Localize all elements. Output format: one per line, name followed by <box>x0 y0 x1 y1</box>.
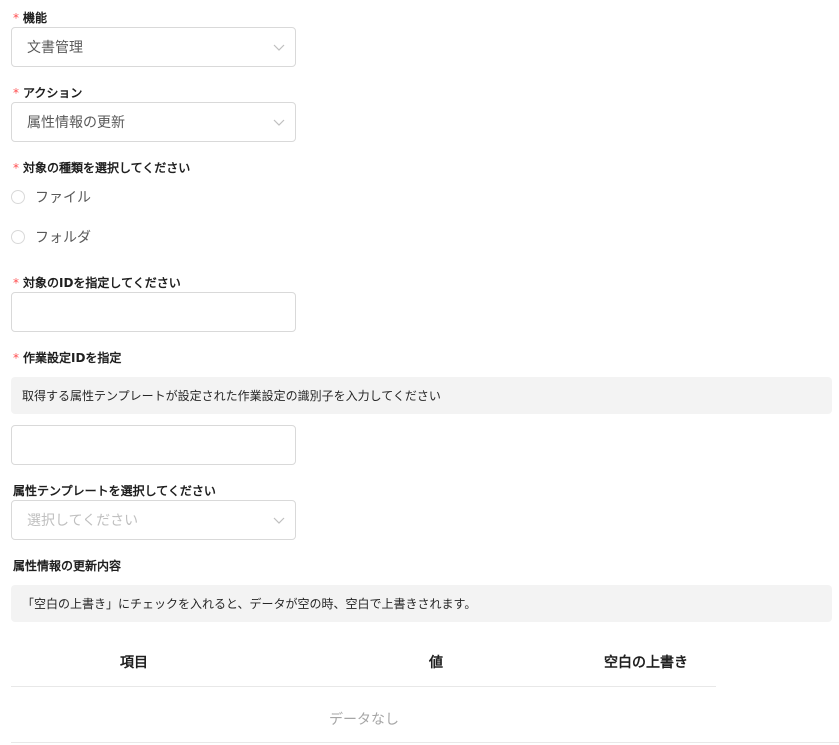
action-select-value: 属性情報の更新 <box>27 115 125 131</box>
action-label: * アクション <box>13 86 83 100</box>
attribute-template-label: 属性テンプレートを選択してください <box>13 484 216 498</box>
radio-folder[interactable]: フォルダ <box>11 226 91 248</box>
update-contents-hint: 「空白の上書き」にチェックを入れると、データが空の時、空白で上書きされます。 <box>11 585 832 622</box>
work-setting-id-input[interactable] <box>11 425 296 465</box>
required-mark: * <box>13 86 19 100</box>
attribute-template-select[interactable]: 選択してください <box>11 500 296 540</box>
radio-circle-icon[interactable] <box>11 190 25 204</box>
column-header-overwrite-blank: 空白の上書き <box>604 655 688 671</box>
radio-file[interactable]: ファイル <box>11 186 91 208</box>
work-setting-id-hint: 取得する属性テンプレートが設定された作業設定の識別子を入力してください <box>11 377 832 414</box>
work-setting-id-label: * 作業設定IDを指定 <box>13 351 122 365</box>
empty-table-text: データなし <box>329 712 399 728</box>
chevron-down-icon <box>273 44 285 51</box>
table-bottom-divider <box>11 742 839 743</box>
action-select[interactable]: 属性情報の更新 <box>11 102 296 142</box>
target-type-label: * 対象の種類を選択してください <box>13 161 191 175</box>
chevron-down-icon <box>273 119 285 126</box>
required-mark: * <box>13 276 19 290</box>
function-select-value: 文書管理 <box>27 40 83 56</box>
required-mark: * <box>13 161 19 175</box>
target-id-label: * 対象のIDを指定してください <box>13 276 181 290</box>
column-header-value: 値 <box>429 655 443 671</box>
radio-circle-icon[interactable] <box>11 230 25 244</box>
radio-file-label: ファイル <box>35 190 91 206</box>
column-header-item: 項目 <box>120 655 148 671</box>
required-mark: * <box>13 351 19 365</box>
target-id-input[interactable] <box>11 292 296 332</box>
attribute-template-placeholder: 選択してください <box>27 513 139 529</box>
function-select[interactable]: 文書管理 <box>11 27 296 67</box>
chevron-down-icon <box>273 517 285 524</box>
required-mark: * <box>13 11 19 25</box>
update-contents-table-header: 項目 値 空白の上書き <box>11 640 716 687</box>
function-label: * 機能 <box>13 11 48 25</box>
radio-folder-label: フォルダ <box>35 230 91 246</box>
update-contents-label: 属性情報の更新内容 <box>13 559 122 573</box>
